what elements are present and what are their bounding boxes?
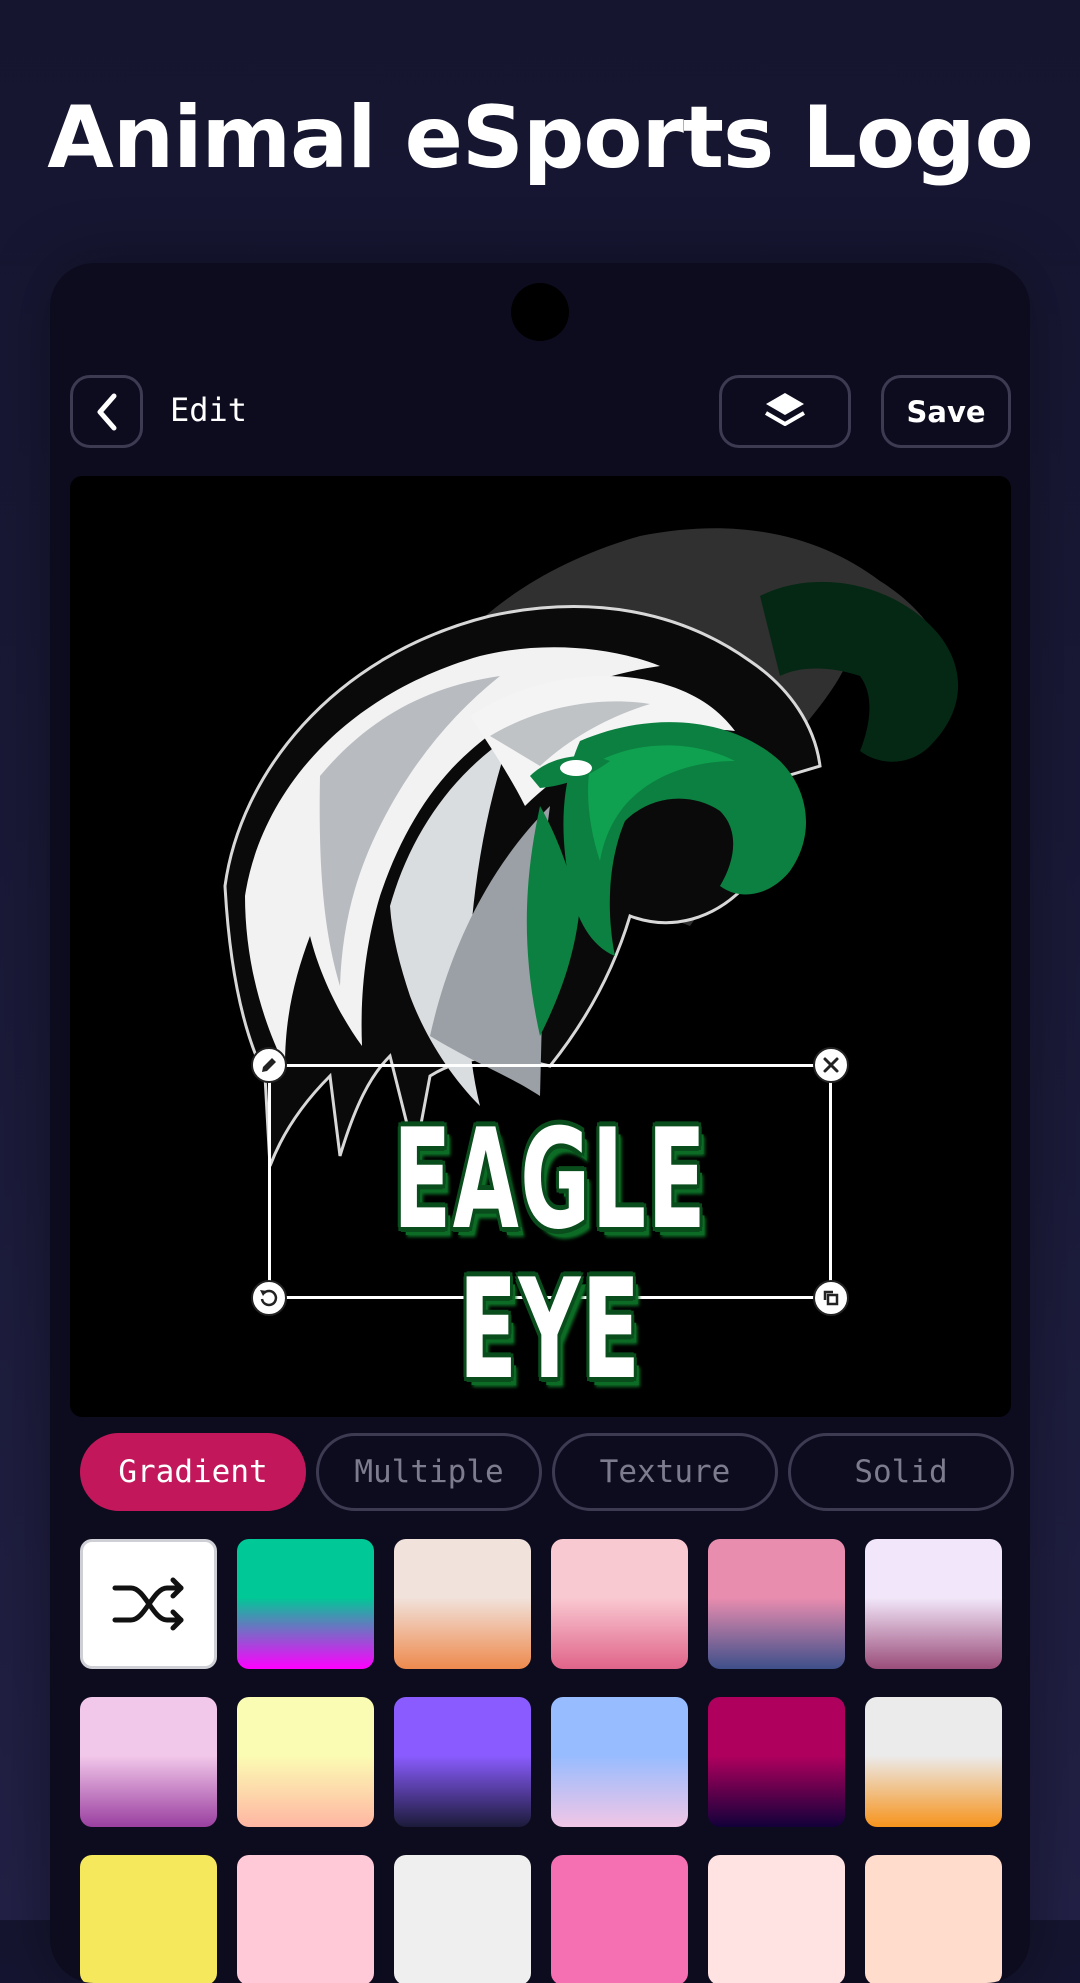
gradient-swatch[interactable] — [708, 1539, 845, 1669]
gradient-swatch[interactable] — [551, 1697, 688, 1827]
gradient-swatch[interactable] — [237, 1697, 374, 1827]
shuffle-icon — [112, 1577, 183, 1631]
page-headline: Animal eSports Logo — [47, 88, 1033, 188]
gradient-swatch[interactable] — [237, 1539, 374, 1669]
layers-icon — [764, 392, 806, 426]
gradient-swatch[interactable] — [394, 1539, 531, 1669]
editor-toolbar: Edit Save — [70, 373, 1011, 449]
gradient-swatch[interactable] — [865, 1697, 1002, 1827]
back-button[interactable] — [70, 375, 143, 448]
tab-multiple[interactable]: Multiple — [316, 1433, 542, 1511]
delete-handle[interactable] — [813, 1047, 849, 1083]
gradient-swatch[interactable] — [551, 1539, 688, 1669]
gradient-swatch[interactable] — [708, 1697, 845, 1827]
resize-icon — [823, 1290, 839, 1306]
logo-canvas[interactable]: EAGLE EYE — [70, 476, 1011, 1417]
logo-text[interactable]: EAGLE EYE — [377, 1105, 723, 1405]
tab-texture[interactable]: Texture — [552, 1433, 778, 1511]
layers-button[interactable] — [719, 375, 851, 448]
gradient-swatch[interactable] — [551, 1855, 688, 1983]
pencil-icon — [262, 1058, 276, 1072]
tab-gradient[interactable]: Gradient — [80, 1433, 306, 1511]
rotate-handle[interactable] — [251, 1280, 287, 1316]
logo-text-box[interactable]: EAGLE EYE — [251, 1047, 849, 1405]
chevron-left-icon — [97, 393, 116, 430]
gradient-swatch[interactable] — [394, 1855, 531, 1983]
gradient-swatch[interactable] — [865, 1855, 1002, 1983]
gradient-swatch[interactable] — [708, 1855, 845, 1983]
gradient-swatch[interactable] — [865, 1539, 1002, 1669]
gradient-swatch[interactable] — [80, 1855, 217, 1983]
phone-frame: Edit Save EAGLE EYE Gradient Multiple Te… — [50, 263, 1030, 1983]
edit-handle[interactable] — [251, 1047, 287, 1083]
camera-notch — [511, 283, 569, 341]
tab-solid[interactable]: Solid — [788, 1433, 1014, 1511]
gradient-swatch[interactable] — [237, 1855, 374, 1983]
save-button[interactable]: Save — [881, 375, 1011, 448]
gradient-swatch[interactable] — [80, 1697, 217, 1827]
resize-handle[interactable] — [813, 1280, 849, 1316]
fill-type-tabs: Gradient Multiple Texture Solid — [80, 1433, 1014, 1513]
screen-title: Edit — [170, 391, 248, 429]
close-icon — [823, 1057, 839, 1073]
gradient-swatch[interactable] — [394, 1697, 531, 1827]
shuffle-button[interactable] — [80, 1539, 217, 1669]
rotate-icon — [260, 1289, 278, 1307]
